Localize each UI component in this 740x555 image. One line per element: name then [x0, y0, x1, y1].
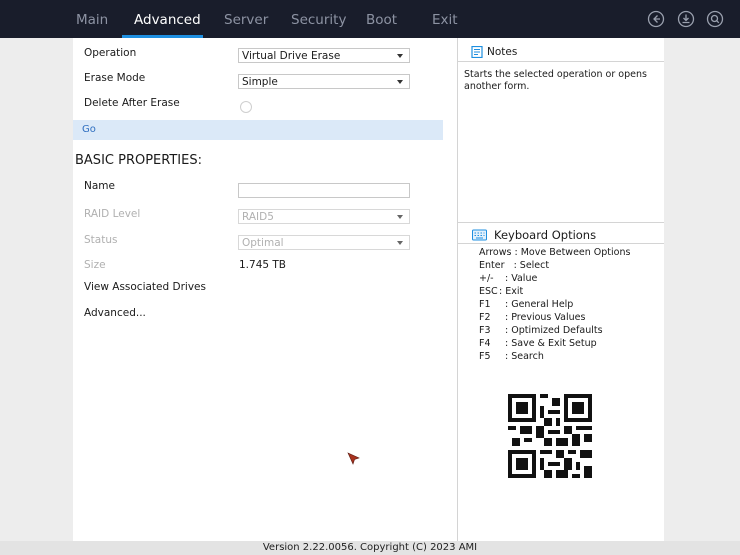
keyboard-row: Enter : Select [479, 260, 549, 271]
key: F5 [479, 351, 491, 362]
download-icon[interactable] [677, 10, 695, 28]
keyboard-title-divider [458, 243, 664, 244]
tab-security[interactable]: Security [291, 12, 346, 28]
delete-after-erase-radio[interactable] [240, 101, 252, 113]
go-button[interactable]: Go [73, 120, 443, 140]
footer-version: Version 2.22.0056. Copyright (C) 2023 AM… [0, 541, 740, 555]
key: +/- [479, 273, 494, 284]
key-desc: : Optimized Defaults [505, 325, 603, 336]
keyboard-icon [472, 229, 487, 241]
key: F2 [479, 312, 491, 323]
keyboard-row: F5 : Search [479, 351, 544, 362]
mouse-cursor-icon [347, 452, 360, 465]
key-desc: : Select [513, 260, 550, 271]
delete-after-erase-label: Delete After Erase [84, 97, 180, 109]
key-desc: : Previous Values [505, 312, 586, 323]
panel-divider [457, 38, 458, 541]
top-nav-bar: Main Advanced Server Security Boot Exit [0, 0, 740, 38]
keyboard-row: ESC: Exit [479, 286, 523, 297]
tab-main[interactable]: Main [76, 12, 108, 28]
active-tab-indicator [122, 35, 203, 38]
erase-mode-select[interactable]: Simple [238, 74, 410, 89]
chevron-down-icon [397, 215, 403, 219]
notes-icon [471, 46, 483, 58]
erase-mode-label: Erase Mode [84, 72, 146, 84]
keyboard-row: F1 : General Help [479, 299, 573, 310]
keyboard-row: F2 : Previous Values [479, 312, 585, 323]
operation-label: Operation [84, 47, 137, 59]
keyboard-row: +/- : Value [479, 273, 537, 284]
tab-exit[interactable]: Exit [432, 12, 458, 28]
tab-server[interactable]: Server [224, 12, 268, 28]
raid-level-label: RAID Level [84, 208, 141, 220]
keyboard-options-title: Keyboard Options [494, 228, 597, 242]
key: F3 [479, 325, 491, 336]
qr-code-icon [508, 394, 592, 478]
operation-value: Virtual Drive Erase [242, 50, 341, 62]
key-desc: : Save & Exit Setup [505, 338, 597, 349]
key-desc: : Move Between Options [514, 247, 631, 258]
advanced-link[interactable]: Advanced... [84, 307, 146, 319]
tab-advanced[interactable]: Advanced [134, 12, 201, 28]
section-title: BASIC PROPERTIES: [75, 153, 202, 168]
chevron-down-icon [397, 80, 403, 84]
key: ESC [479, 286, 498, 297]
name-input[interactable] [238, 183, 410, 198]
chevron-down-icon [397, 241, 403, 245]
notes-text: Starts the selected operation or opens a… [464, 69, 647, 92]
chevron-down-icon [397, 54, 403, 58]
size-value: 1.745 TB [239, 259, 287, 271]
keyboard-divider [458, 222, 664, 223]
key: F1 [479, 299, 491, 310]
key: F4 [479, 338, 491, 349]
back-icon[interactable] [647, 10, 665, 28]
search-icon[interactable] [706, 10, 724, 28]
notes-title: Notes [487, 46, 518, 58]
keyboard-row: F3 : Optimized Defaults [479, 325, 603, 336]
erase-mode-value: Simple [242, 76, 278, 88]
status-select: Optimal [238, 235, 410, 250]
tab-boot[interactable]: Boot [366, 12, 397, 28]
operation-select[interactable]: Virtual Drive Erase [238, 48, 410, 63]
left-margin [0, 38, 73, 541]
keyboard-row: Arrows : Move Between Options [479, 247, 630, 258]
raid-level-value: RAID5 [242, 211, 274, 223]
right-margin [664, 38, 740, 541]
key-desc: : Exit [499, 286, 524, 297]
key-desc: : General Help [505, 299, 574, 310]
status-label: Status [84, 234, 118, 246]
keyboard-row: F4 : Save & Exit Setup [479, 338, 597, 349]
key: Enter [479, 260, 505, 271]
size-label: Size [84, 259, 106, 271]
key-desc: : Search [505, 351, 544, 362]
raid-level-select: RAID5 [238, 209, 410, 224]
view-associated-drives-link[interactable]: View Associated Drives [84, 281, 206, 293]
go-label: Go [82, 124, 96, 135]
key: Arrows [479, 247, 512, 258]
key-desc: : Value [505, 273, 538, 284]
status-value: Optimal [242, 237, 284, 249]
notes-divider [458, 61, 664, 62]
name-label: Name [84, 180, 115, 192]
